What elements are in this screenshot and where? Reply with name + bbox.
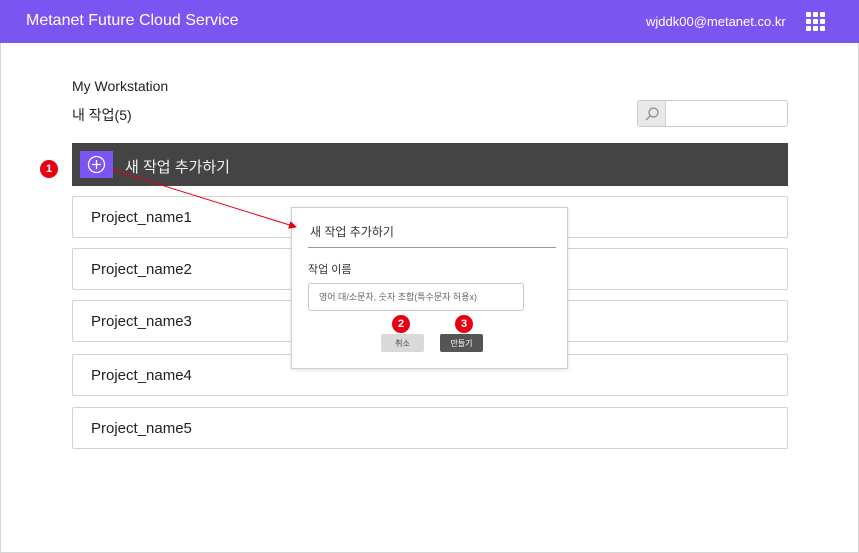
user-email[interactable]: wjddk00@metanet.co.kr <box>646 14 786 29</box>
task-name-input[interactable] <box>308 283 524 311</box>
search-icon <box>645 107 659 121</box>
task-name-label: 작업 이름 <box>308 264 352 276</box>
dialog-title: 새 작업 추가하기 <box>310 225 394 239</box>
new-task-dialog: 새 작업 추가하기 작업 이름 취소 만들기 <box>291 207 568 369</box>
plus-circle-icon <box>87 155 106 174</box>
top-navbar: Metanet Future Cloud Service wjddk00@met… <box>0 0 859 43</box>
search-button[interactable] <box>638 101 666 126</box>
step-badge-3: 3 <box>455 315 473 333</box>
project-name: Project_name1 <box>91 209 192 226</box>
add-task-button[interactable]: 새 작업 추가하기 <box>72 143 788 186</box>
project-name: Project_name4 <box>91 367 192 384</box>
project-name: Project_name3 <box>91 313 192 330</box>
step-badge-2: 2 <box>392 315 410 333</box>
project-name: Project_name2 <box>91 261 192 278</box>
grid-menu-icon[interactable] <box>806 12 826 32</box>
step-badge-1: 1 <box>40 160 58 178</box>
search-input[interactable] <box>668 102 786 125</box>
cancel-button[interactable]: 취소 <box>381 334 424 352</box>
project-count-label: 내 작업(5) <box>72 107 132 123</box>
search-box <box>637 100 788 127</box>
app-title: Metanet Future Cloud Service <box>26 12 239 29</box>
dialog-divider <box>308 247 556 248</box>
create-button[interactable]: 만들기 <box>440 334 483 352</box>
project-name: Project_name5 <box>91 420 192 437</box>
add-task-label: 새 작업 추가하기 <box>125 159 230 176</box>
page-title: My Workstation <box>72 78 169 94</box>
project-row[interactable]: Project_name5 <box>72 407 788 449</box>
add-task-plus-button[interactable] <box>80 151 113 178</box>
